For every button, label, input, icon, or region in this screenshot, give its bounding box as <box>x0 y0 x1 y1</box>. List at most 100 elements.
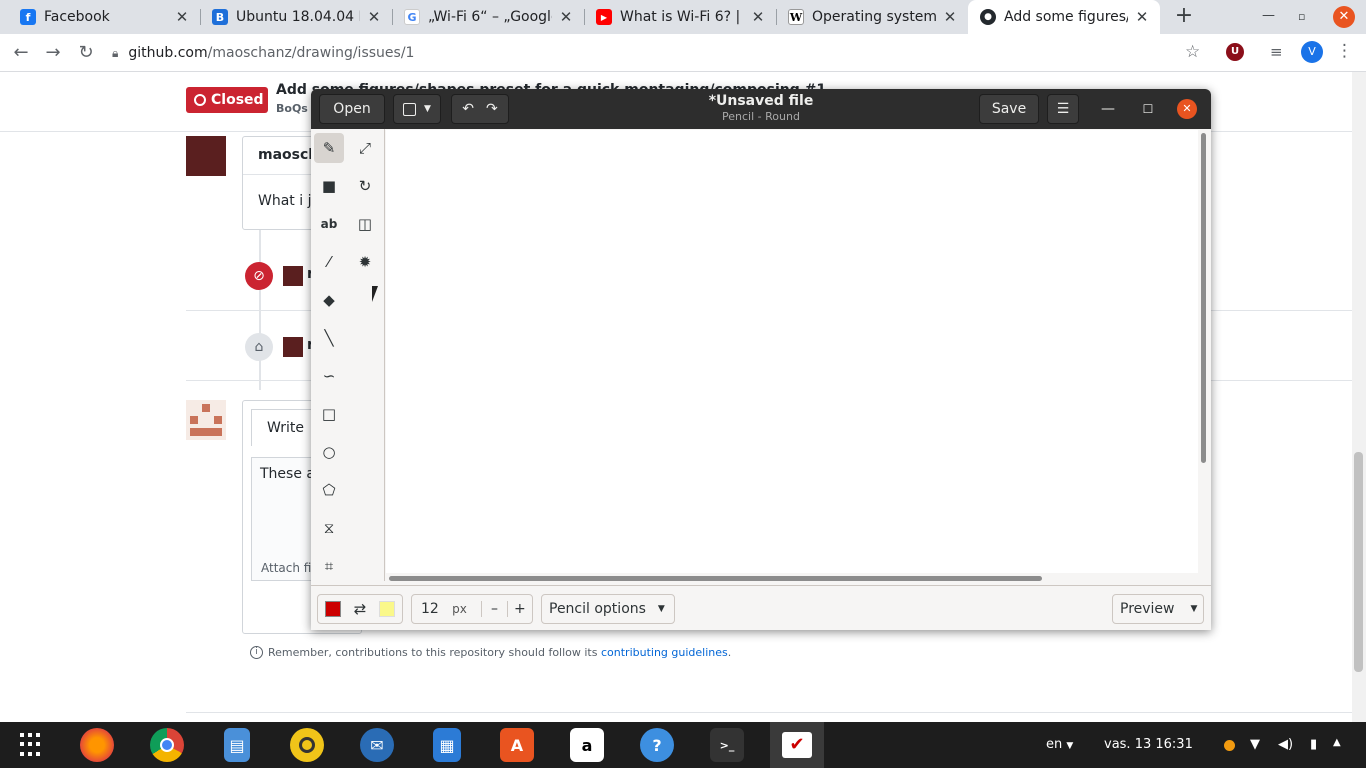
exchange-colors-icon[interactable]: ⇄ <box>354 600 367 618</box>
circle-tool-icon[interactable]: ○ <box>314 437 344 467</box>
files-icon[interactable]: ▤ <box>224 728 250 762</box>
amazon-icon[interactable]: a <box>570 728 604 762</box>
libreoffice-writer-icon[interactable]: ▦ <box>433 728 461 762</box>
browser-tab-google[interactable]: G „Wi-Fi 6“ – „Google ✕ <box>392 0 584 34</box>
mouse-cursor <box>372 286 378 302</box>
notice-text: Remember, contributions to this reposito… <box>268 646 598 659</box>
canvas-vertical-scrollbar[interactable] <box>1201 133 1206 463</box>
browser-tab-youtube[interactable]: ▶ What is Wi-Fi 6? | N ✕ <box>584 0 776 34</box>
wifi-icon[interactable]: ▼ <box>1250 737 1260 752</box>
drawing-canvas[interactable] <box>386 130 1198 573</box>
size-value[interactable]: 12 <box>421 601 452 617</box>
undo-icon[interactable]: ↶ <box>462 101 474 117</box>
update-notifier-icon[interactable] <box>1224 740 1235 751</box>
avatar[interactable] <box>186 136 226 176</box>
selection-tool-icon[interactable]: ■ <box>314 171 344 201</box>
keyboard-layout-indicator[interactable]: en ▼ <box>1046 737 1073 752</box>
rectangle-tool-icon[interactable]: □ <box>314 399 344 429</box>
show-applications-icon[interactable] <box>20 733 44 757</box>
increase-size-button[interactable]: + <box>506 601 532 617</box>
curve-tool-icon[interactable]: ∽ <box>314 361 344 391</box>
new-image-menu-button[interactable]: ▼ <box>393 94 441 124</box>
crop-tool-icon[interactable]: ⌗ <box>314 551 344 581</box>
blogger-icon: B <box>212 9 228 25</box>
close-icon[interactable]: ✕ <box>1134 8 1150 26</box>
size-spinbutton[interactable]: 12 px – + <box>411 594 533 624</box>
window-subtitle: Pencil - Round <box>722 110 800 123</box>
page-scrollbar-thumb[interactable] <box>1354 452 1363 672</box>
address-bar[interactable]: 🔒︎ github.com/maoschanz/drawing/issues/1 <box>112 39 1212 67</box>
browser-tab-strip: f Facebook ✕ B Ubuntu 18.04.04 LT ✕ G „W… <box>0 0 1366 34</box>
free-shape-tool-icon[interactable]: ⧖ <box>314 513 344 543</box>
avatar[interactable] <box>283 337 303 357</box>
status-label: Closed <box>211 92 264 108</box>
text-tool-icon[interactable]: ab <box>314 209 344 239</box>
line-tool-icon[interactable]: ╲ <box>314 323 344 353</box>
browser-tab-github-active[interactable]: ● Add some figures/ ✕ <box>968 0 1160 34</box>
chrome-icon[interactable] <box>150 728 184 762</box>
software-center-icon[interactable]: A <box>500 728 534 762</box>
help-icon[interactable]: ? <box>640 728 674 762</box>
reload-icon[interactable]: ↻ <box>74 41 98 65</box>
url-host: github.com <box>128 45 208 61</box>
window-close-button[interactable]: ✕ <box>1333 6 1355 28</box>
volume-icon[interactable]: ◀) <box>1278 737 1293 752</box>
system-menu-chevron-icon[interactable]: ▲ <box>1333 737 1341 748</box>
options-bar: ⇄ 12 px – + Pencil options ▼ Preview ▼ <box>311 585 1211 630</box>
close-icon[interactable]: ✕ <box>174 8 190 26</box>
new-tab-button[interactable]: + <box>1172 5 1196 29</box>
back-arrow-icon[interactable]: ← <box>9 41 33 65</box>
browser-tab-wikipedia[interactable]: W Operating system ✕ <box>776 0 968 34</box>
close-icon[interactable]: ✕ <box>558 8 574 26</box>
browser-tab-facebook[interactable]: f Facebook ✕ <box>8 0 200 34</box>
profile-avatar[interactable]: V <box>1301 41 1323 63</box>
redo-icon[interactable]: ↷ <box>486 101 498 117</box>
flip-tool-icon[interactable]: ◫ <box>350 209 380 239</box>
tab-write[interactable]: Write <box>251 409 317 446</box>
paint-bucket-tool-icon[interactable]: ◆ <box>314 285 344 315</box>
save-button[interactable]: Save <box>979 94 1039 124</box>
scale-tool-icon[interactable]: ⤢ <box>350 133 380 163</box>
close-icon[interactable]: ✕ <box>1177 99 1197 119</box>
size-unit: px <box>452 602 467 616</box>
color-picker-tool-icon[interactable]: ⁄ <box>314 247 344 277</box>
close-icon[interactable]: ✕ <box>750 8 766 26</box>
media-control-icon[interactable]: ≡ <box>1270 43 1283 61</box>
battery-icon[interactable]: ▮ <box>1310 737 1317 752</box>
thunderbird-icon[interactable]: ✉ <box>360 728 394 762</box>
close-icon[interactable]: ✕ <box>942 8 958 26</box>
more-menu-icon[interactable]: ⋮ <box>1336 41 1353 61</box>
tool-options-menu-button[interactable]: Pencil options ▼ <box>541 594 675 624</box>
attach-files-link[interactable]: Attach fil <box>261 561 315 575</box>
secondary-color-swatch[interactable] <box>379 601 396 617</box>
terminal-icon[interactable]: >_ <box>710 728 744 762</box>
comment-author[interactable]: maosch <box>258 147 318 163</box>
firefox-icon[interactable] <box>80 728 114 762</box>
close-icon[interactable]: ✕ <box>366 8 382 26</box>
browser-tab-ubuntu[interactable]: B Ubuntu 18.04.04 LT ✕ <box>200 0 392 34</box>
rotate-tool-icon[interactable]: ↻ <box>350 171 380 201</box>
maximize-icon[interactable]: ☐ <box>1137 94 1159 124</box>
contributing-guidelines-link[interactable]: contributing guidelines <box>601 646 728 659</box>
canvas-horizontal-scrollbar[interactable] <box>389 576 1042 581</box>
maximize-icon[interactable]: ▫ <box>1298 10 1305 23</box>
pencil-tool-icon[interactable]: ✎ <box>314 133 344 163</box>
minimize-icon[interactable]: — <box>1262 8 1275 23</box>
clock[interactable]: vas. 13 16:31 <box>1104 737 1193 752</box>
rhythmbox-icon[interactable] <box>290 728 324 762</box>
forward-arrow-icon[interactable]: → <box>41 41 65 65</box>
polygon-tool-icon[interactable]: ⬠ <box>314 475 344 505</box>
drawing-app-dock-icon-active[interactable]: ✔ <box>770 722 824 768</box>
tab-title: „Wi-Fi 6“ – „Google <box>428 9 552 25</box>
avatar[interactable] <box>283 266 303 286</box>
main-color-swatch[interactable] <box>324 601 341 617</box>
preview-menu-button[interactable]: Preview ▼ <box>1112 594 1204 624</box>
filters-tool-icon[interactable]: ✹ <box>350 247 380 277</box>
minimize-icon[interactable]: — <box>1097 94 1119 124</box>
ublock-extension-icon[interactable]: U <box>1226 43 1244 61</box>
open-button[interactable]: Open <box>319 94 385 124</box>
decrease-size-button[interactable]: – <box>481 601 506 617</box>
facebook-icon: f <box>20 9 36 25</box>
hamburger-menu-icon[interactable]: ☰ <box>1047 94 1079 124</box>
bookmark-star-icon[interactable]: ☆ <box>1185 42 1200 62</box>
